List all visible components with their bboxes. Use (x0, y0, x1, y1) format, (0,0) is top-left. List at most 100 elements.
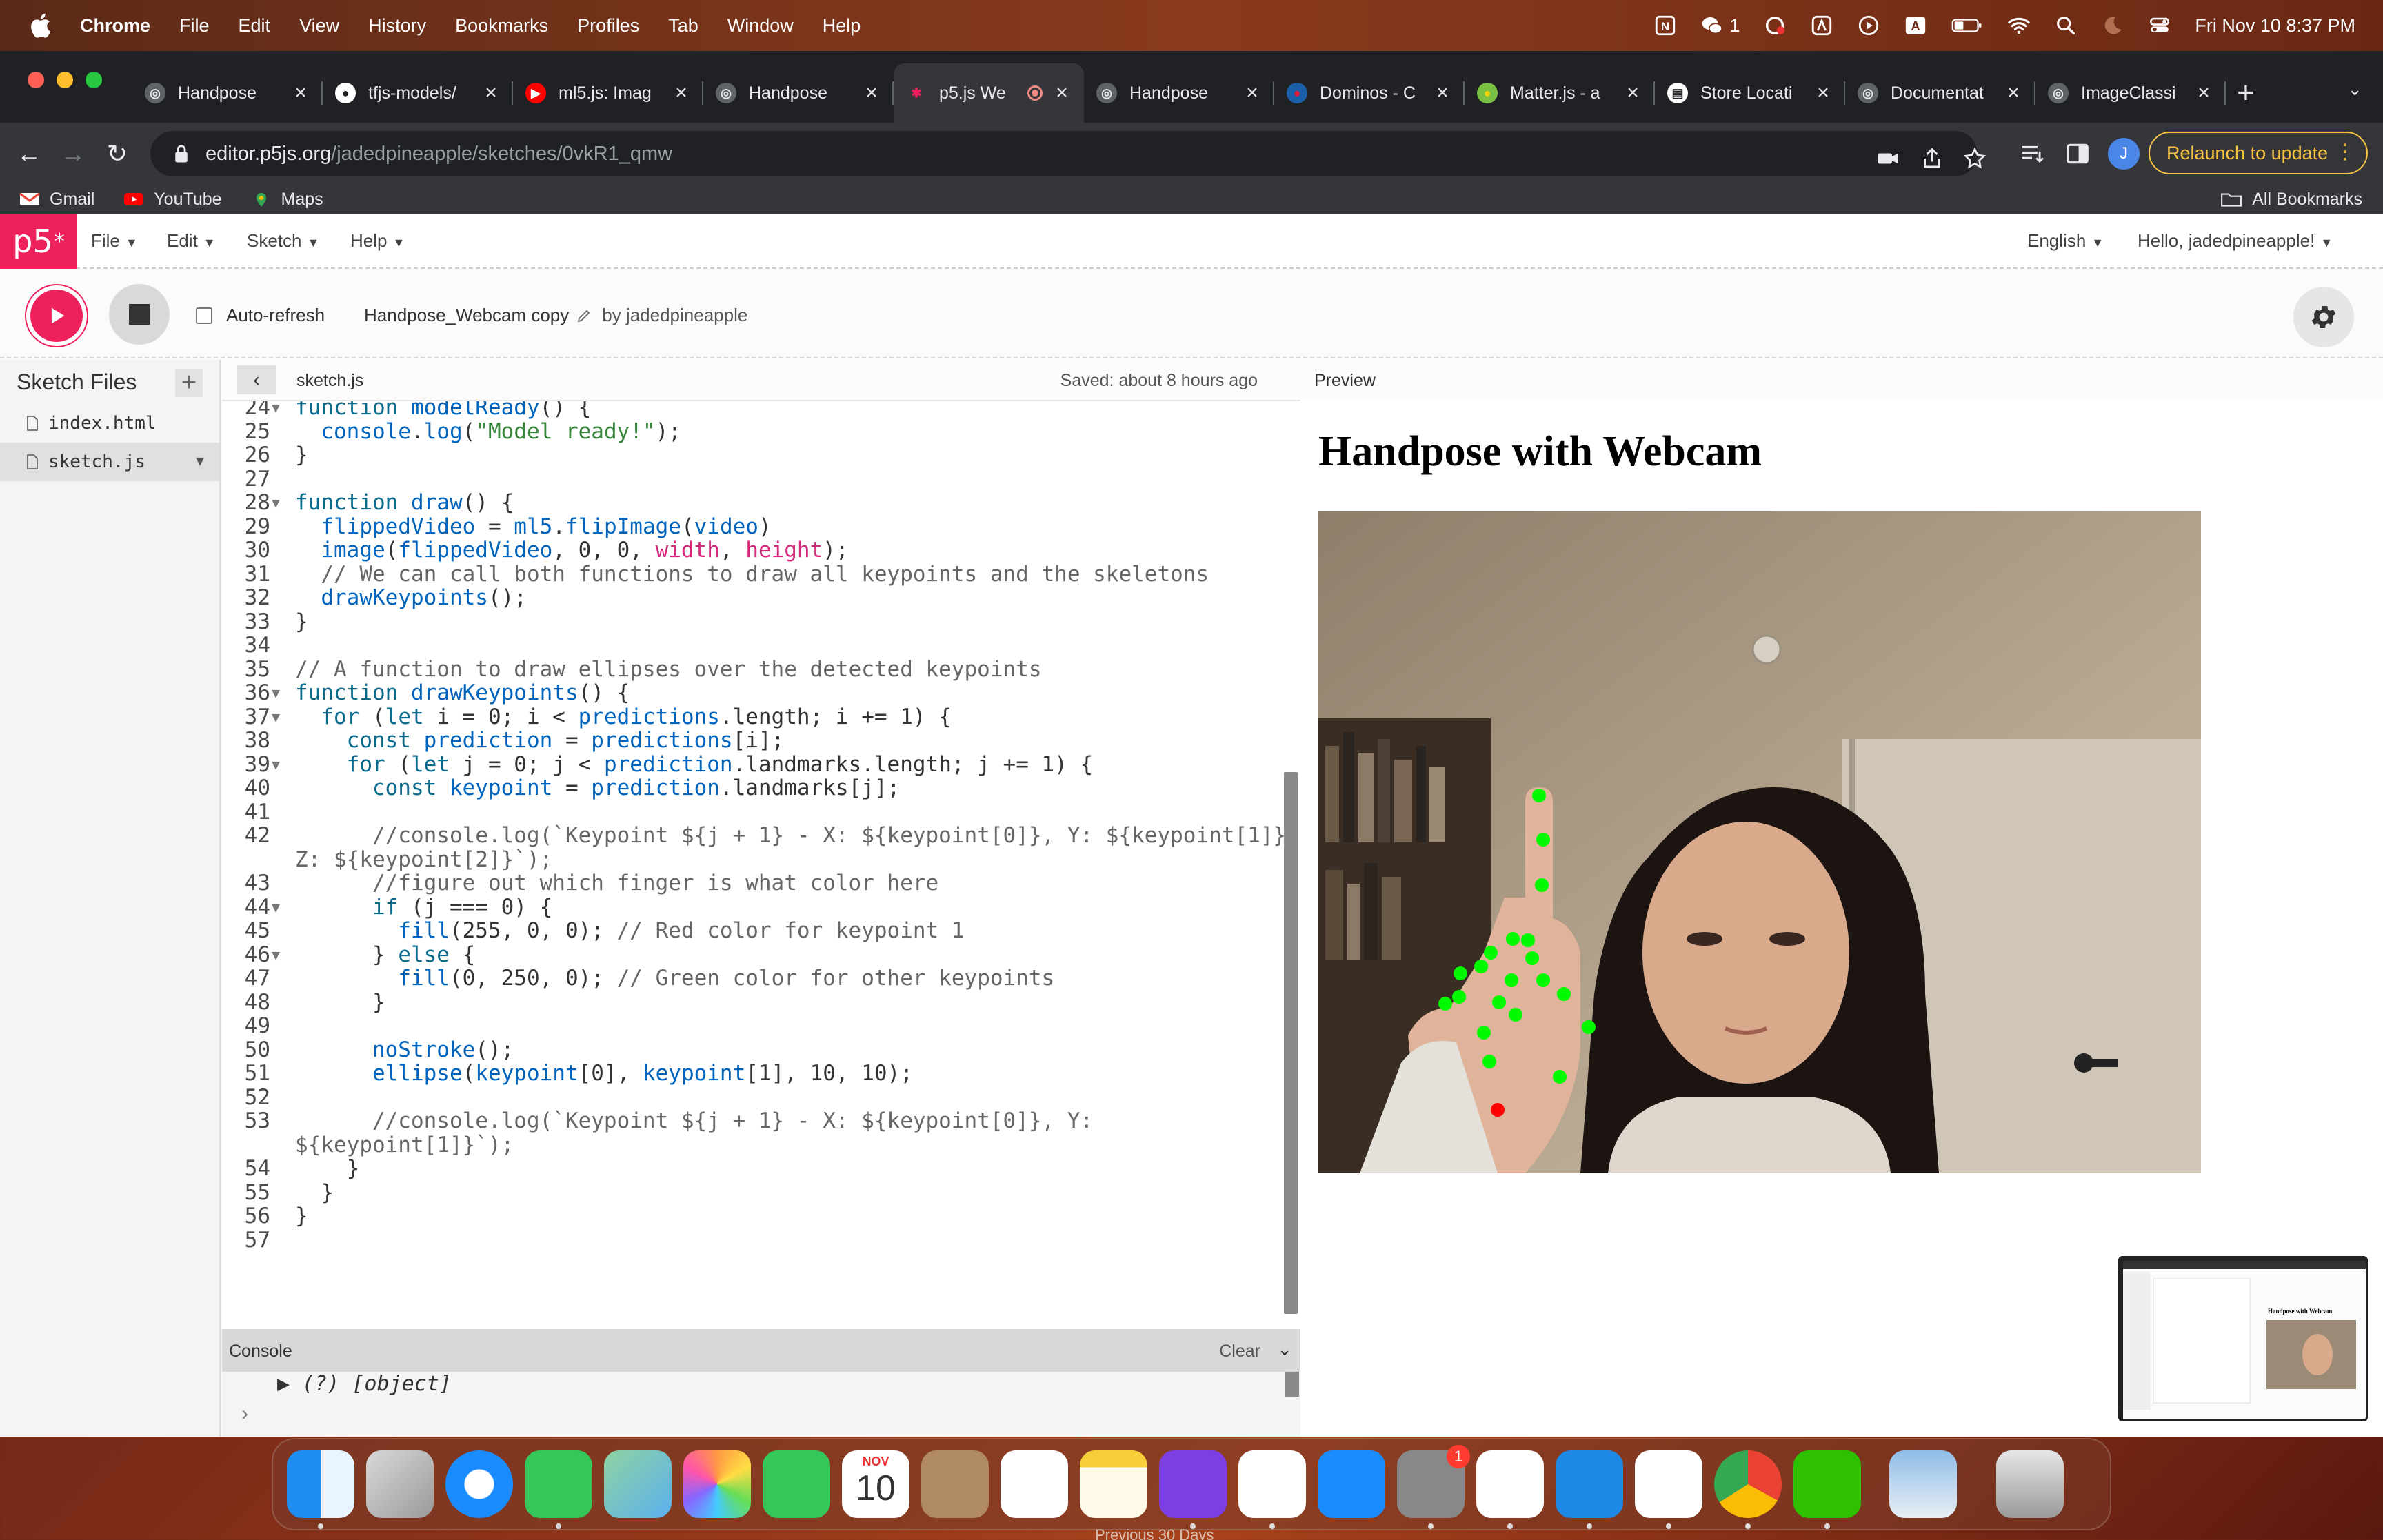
menu-help[interactable]: Help (823, 15, 861, 37)
menu-bookmarks[interactable]: Bookmarks (455, 15, 548, 37)
fold-arrow-icon[interactable]: ▼ (272, 751, 280, 778)
close-tab-icon[interactable]: × (2004, 81, 2023, 105)
language-menu[interactable]: English ▼ (2027, 230, 2104, 252)
p5-menu-help[interactable]: Help ▼ (350, 230, 405, 252)
console-prompt-icon[interactable]: › (241, 1402, 248, 1426)
close-tab-icon[interactable]: × (1052, 81, 1072, 105)
input-source-icon[interactable]: A (1904, 14, 1927, 37)
p5-menu-sketch[interactable]: Sketch ▼ (247, 230, 319, 252)
stop-button[interactable] (109, 284, 170, 345)
reading-list-icon[interactable] (2019, 141, 2045, 167)
fold-arrow-icon[interactable]: ▼ (272, 942, 280, 968)
browser-tab[interactable]: ▶ ml5.js: Imag × (513, 63, 703, 123)
zoom-window-button[interactable] (86, 72, 102, 88)
camera-in-use-icon[interactable] (1876, 146, 1900, 171)
adobe-icon[interactable] (1810, 14, 1833, 37)
browser-tab[interactable]: ✱ p5.js We × (894, 63, 1084, 123)
media-play-icon[interactable] (1857, 14, 1880, 37)
photos-icon[interactable] (683, 1450, 751, 1518)
vscode-icon[interactable] (1556, 1450, 1623, 1518)
browser-tab[interactable]: ● Dominos - C × (1274, 63, 1465, 123)
messages-icon[interactable] (525, 1450, 592, 1518)
close-tab-icon[interactable]: × (1813, 81, 1833, 105)
sketch-name[interactable]: Handpose_Webcam copy by jadedpineapple (364, 305, 747, 326)
app-store-icon[interactable] (1318, 1450, 1385, 1518)
fold-arrow-icon[interactable]: ▼ (272, 401, 280, 421)
share-icon[interactable] (1920, 146, 1944, 171)
close-tab-icon[interactable]: × (1433, 81, 1452, 105)
auto-refresh-toggle[interactable]: Auto-refresh (196, 305, 325, 326)
code-editor[interactable]: 24 ▼ function modelReady() {25 console.log… (222, 400, 1300, 1329)
collapse-sidebar-button[interactable]: ‹ (237, 365, 276, 394)
menu-profiles[interactable]: Profiles (577, 15, 639, 37)
p5-menu-file[interactable]: File ▼ (91, 230, 138, 252)
battery-icon[interactable] (1951, 14, 1984, 37)
fold-arrow-icon[interactable]: ▼ (272, 704, 280, 730)
wifi-icon[interactable] (2007, 14, 2031, 37)
screen-recording-thumbnail[interactable]: Handpose with Webcam (2118, 1256, 2368, 1421)
close-tab-icon[interactable]: × (1623, 81, 1642, 105)
browser-tab[interactable]: ◎ ImageClassi × (2035, 63, 2226, 123)
calendar-icon[interactable]: NOV 10 (842, 1450, 909, 1518)
launchpad-icon[interactable] (366, 1450, 434, 1518)
side-panel-icon[interactable] (2064, 141, 2091, 167)
browser-tab[interactable]: ◎ Documentat × (1845, 63, 2035, 123)
creative-cloud-icon[interactable] (1763, 14, 1787, 37)
maps-icon[interactable] (604, 1450, 672, 1518)
bookmark-star-icon[interactable] (1962, 146, 1987, 171)
tab-search-chevron-icon[interactable]: ⌄ (2347, 79, 2362, 100)
browser-tab[interactable]: ◎ Handpose × (703, 63, 894, 123)
settings-button[interactable] (2293, 287, 2354, 347)
relaunch-to-update-button[interactable]: Relaunch to update ⋮ (2149, 132, 2368, 174)
close-tab-icon[interactable]: × (481, 81, 501, 105)
menubar-clock[interactable]: Fri Nov 10 8:37 PM (2195, 15, 2355, 37)
browser-tab[interactable]: ● Matter.js - a × (1465, 63, 1655, 123)
close-window-button[interactable] (28, 72, 44, 88)
menu-app-name[interactable]: Chrome (80, 15, 150, 37)
lock-icon[interactable] (172, 143, 190, 164)
menu-history[interactable]: History (368, 15, 426, 37)
contacts-icon[interactable] (921, 1450, 989, 1518)
safari-icon[interactable] (445, 1450, 513, 1518)
console-scrollbar[interactable] (1285, 1372, 1299, 1397)
control-center-icon[interactable] (2148, 14, 2171, 37)
browser-tab[interactable]: ● tfjs-models/ × (323, 63, 513, 123)
github-desktop-icon[interactable] (1159, 1450, 1227, 1518)
wechat-icon[interactable] (1793, 1450, 1861, 1518)
reload-icon[interactable]: ↻ (95, 139, 139, 168)
all-bookmarks-button[interactable]: All Bookmarks (2220, 190, 2362, 210)
menu-tab[interactable]: Tab (668, 15, 698, 37)
minimize-window-button[interactable] (57, 72, 73, 88)
file-index-html[interactable]: index.html (0, 404, 219, 443)
menu-file[interactable]: File (179, 15, 210, 37)
bookmark-youtube[interactable]: YouTube (123, 190, 222, 210)
address-bar[interactable]: editor.p5js.org/jadedpineapple/sketches/… (150, 131, 1987, 176)
play-button[interactable] (25, 284, 88, 347)
close-tab-icon[interactable]: × (291, 81, 310, 105)
file-sketch-js[interactable]: sketch.js ▼ (0, 443, 219, 481)
slack-icon[interactable] (1238, 1450, 1306, 1518)
profile-avatar[interactable]: J (2108, 138, 2140, 170)
pencil-edit-icon[interactable] (576, 307, 592, 324)
fold-arrow-icon[interactable]: ▼ (272, 680, 280, 706)
add-file-button[interactable]: + (175, 369, 203, 397)
bookmark-maps[interactable]: Maps (251, 190, 323, 210)
apple-logo-icon[interactable] (26, 10, 57, 41)
preview-icon[interactable] (1889, 1450, 1957, 1518)
fold-arrow-icon[interactable]: ▼ (272, 489, 280, 516)
browser-tab[interactable]: ◎ Handpose × (1084, 63, 1274, 123)
acrobat-icon[interactable] (1635, 1450, 1702, 1518)
user-menu[interactable]: Hello, jadedpineapple! ▼ (2138, 230, 2333, 252)
p5-menu-edit[interactable]: Edit ▼ (167, 230, 216, 252)
chrome-icon[interactable] (1714, 1450, 1782, 1518)
bookmark-gmail[interactable]: Gmail (19, 190, 94, 210)
trash-icon[interactable] (1996, 1450, 2064, 1518)
system-settings-icon[interactable]: 1 (1397, 1445, 1470, 1518)
finder-icon[interactable] (287, 1450, 354, 1518)
console-clear-button[interactable]: Clear (1219, 1341, 1260, 1361)
back-arrow-icon[interactable]: ← (7, 139, 51, 168)
p5-logo[interactable]: p5 * (0, 214, 77, 269)
menu-view[interactable]: View (299, 15, 339, 37)
reminders-icon[interactable] (1001, 1450, 1068, 1518)
menu-window[interactable]: Window (727, 15, 794, 37)
